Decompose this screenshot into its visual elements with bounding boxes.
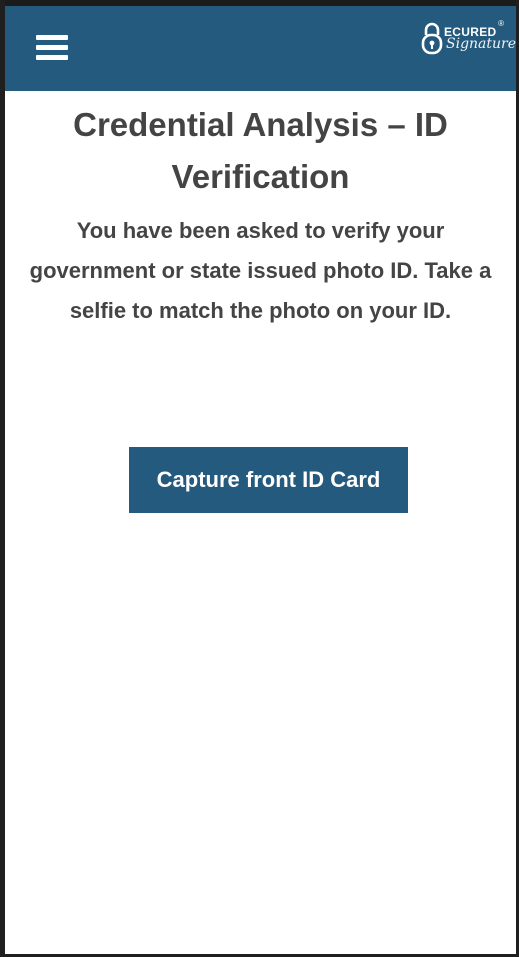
logo-text-signature: Signature bbox=[446, 36, 517, 52]
menu-line bbox=[36, 45, 68, 50]
padlock-icon bbox=[421, 22, 443, 55]
secured-signature-logo: ECURED Signature ® bbox=[420, 19, 516, 63]
menu-line bbox=[36, 55, 68, 60]
capture-front-id-button[interactable]: Capture front ID Card bbox=[129, 447, 408, 513]
menu-line bbox=[36, 35, 68, 40]
hamburger-menu-icon[interactable] bbox=[36, 33, 70, 67]
registered-mark: ® bbox=[498, 19, 504, 28]
main-content: Credential Analysis – ID Verification Yo… bbox=[5, 91, 516, 331]
page-title: Credential Analysis – ID Verification bbox=[73, 106, 448, 195]
instructions-text: You have been asked to verify your gover… bbox=[29, 218, 492, 323]
top-app-bar: ECURED Signature ® bbox=[5, 0, 516, 91]
app-screen: ECURED Signature ® Credential Analysis –… bbox=[0, 0, 519, 957]
